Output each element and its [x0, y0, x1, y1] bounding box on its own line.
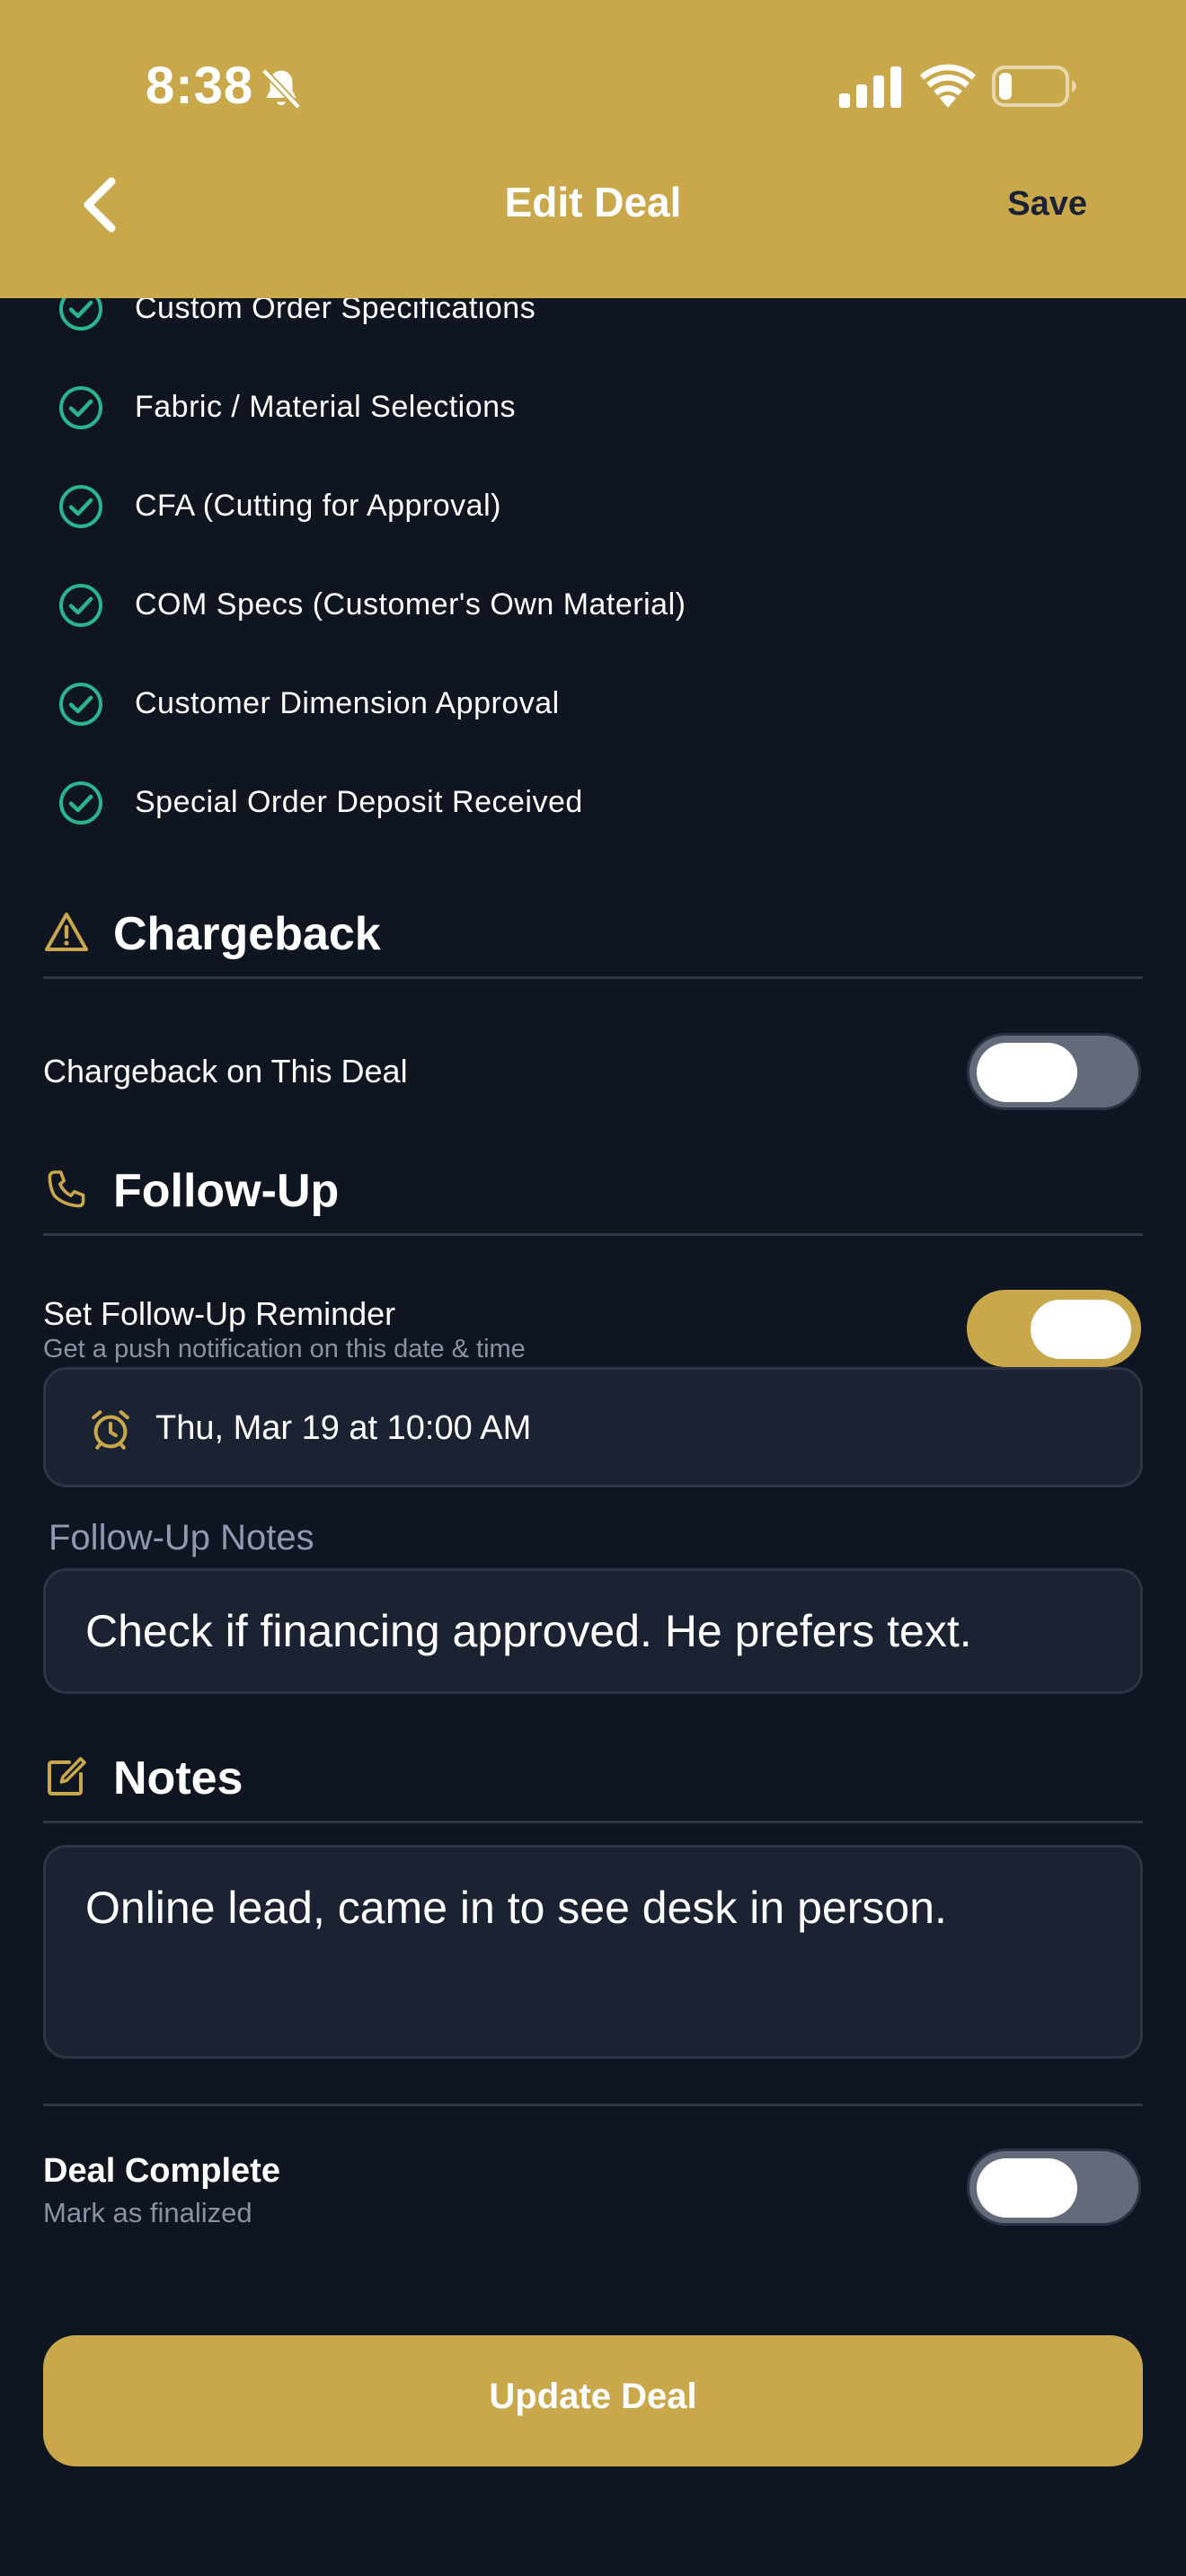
bell-muted-icon [261, 68, 301, 110]
notes-textarea[interactable]: Online lead, came in to see desk in pers… [43, 1845, 1143, 2059]
update-deal-button[interactable]: Update Deal [43, 2335, 1143, 2466]
checklist-item[interactable]: Special Order Deposit Received [58, 778, 1118, 832]
divider [43, 976, 1143, 979]
checklist-item-label: CFA (Cutting for Approval) [135, 489, 501, 523]
deal-complete-label: Deal Complete [43, 2152, 280, 2190]
checklist-item-label: Special Order Deposit Received [135, 785, 583, 819]
chargeback-toggle[interactable] [967, 1033, 1141, 1110]
section-title: Notes [113, 1752, 243, 1804]
checklist-item-label: Customer Dimension Approval [135, 686, 560, 720]
toggle-knob [977, 1043, 1077, 1102]
check-circle-icon [59, 485, 102, 528]
deal-complete-toggle[interactable] [967, 2148, 1141, 2226]
chargeback-toggle-label: Chargeback on This Deal [43, 1053, 408, 1090]
checklist-item-label: Fabric / Material Selections [135, 390, 517, 424]
header-bar: 8:38 Edit Deal Save [0, 0, 1186, 298]
phone-icon [48, 1170, 85, 1208]
follow-up-reminder-toggle[interactable] [967, 1290, 1141, 1367]
follow-up-reminder-label: Set Follow-Up Reminder [43, 1295, 396, 1332]
toggle-knob [1031, 1300, 1131, 1359]
deal-complete-subtitle: Mark as finalized [43, 2197, 252, 2228]
section-title: Follow-Up [113, 1165, 340, 1217]
battery-icon [992, 66, 1076, 107]
checklist-item[interactable]: Customer Dimension Approval [58, 679, 1118, 733]
reminder-datetime-picker[interactable]: Thu, Mar 19 at 10:00 AM [43, 1367, 1143, 1487]
wifi-icon [920, 64, 976, 108]
warning-triangle-icon [45, 913, 88, 951]
alarm-clock-icon [92, 1410, 129, 1450]
follow-up-notes-label: Follow-Up Notes [49, 1518, 314, 1557]
follow-up-section-header: Follow-Up [43, 1160, 1143, 1225]
update-deal-button-label: Update Deal [489, 2377, 697, 2416]
checklist-item[interactable]: Fabric / Material Selections [58, 383, 1118, 437]
chargeback-section-header: Chargeback [43, 904, 1143, 968]
status-time: 8:38 [146, 57, 254, 115]
checklist-item[interactable]: CFA (Cutting for Approval) [58, 481, 1118, 535]
divider [43, 1821, 1143, 1823]
check-circle-icon [59, 584, 102, 627]
notes-value: Online lead, came in to see desk in pers… [85, 1883, 947, 1933]
signal-icon [839, 66, 901, 108]
check-circle-icon [59, 683, 102, 726]
toggle-knob [977, 2158, 1077, 2218]
checklist-item[interactable]: COM Specs (Customer's Own Material) [58, 580, 1118, 634]
follow-up-notes-value: Check if financing approved. He prefers … [85, 1606, 972, 1656]
reminder-datetime-value: Thu, Mar 19 at 10:00 AM [155, 1409, 532, 1447]
check-circle-icon [59, 781, 102, 825]
check-circle-icon [59, 386, 102, 429]
save-button[interactable]: Save [1007, 185, 1087, 224]
divider [43, 1233, 1143, 1236]
checklist-item-label: COM Specs (Customer's Own Material) [135, 587, 686, 622]
follow-up-notes-input[interactable]: Check if financing approved. He prefers … [43, 1568, 1143, 1694]
edit-square-icon [48, 1757, 86, 1795]
follow-up-reminder-subtitle: Get a push notification on this date & t… [43, 1335, 526, 1363]
divider [43, 2104, 1143, 2106]
section-title: Chargeback [113, 908, 381, 960]
notes-section-header: Notes [43, 1748, 1143, 1813]
